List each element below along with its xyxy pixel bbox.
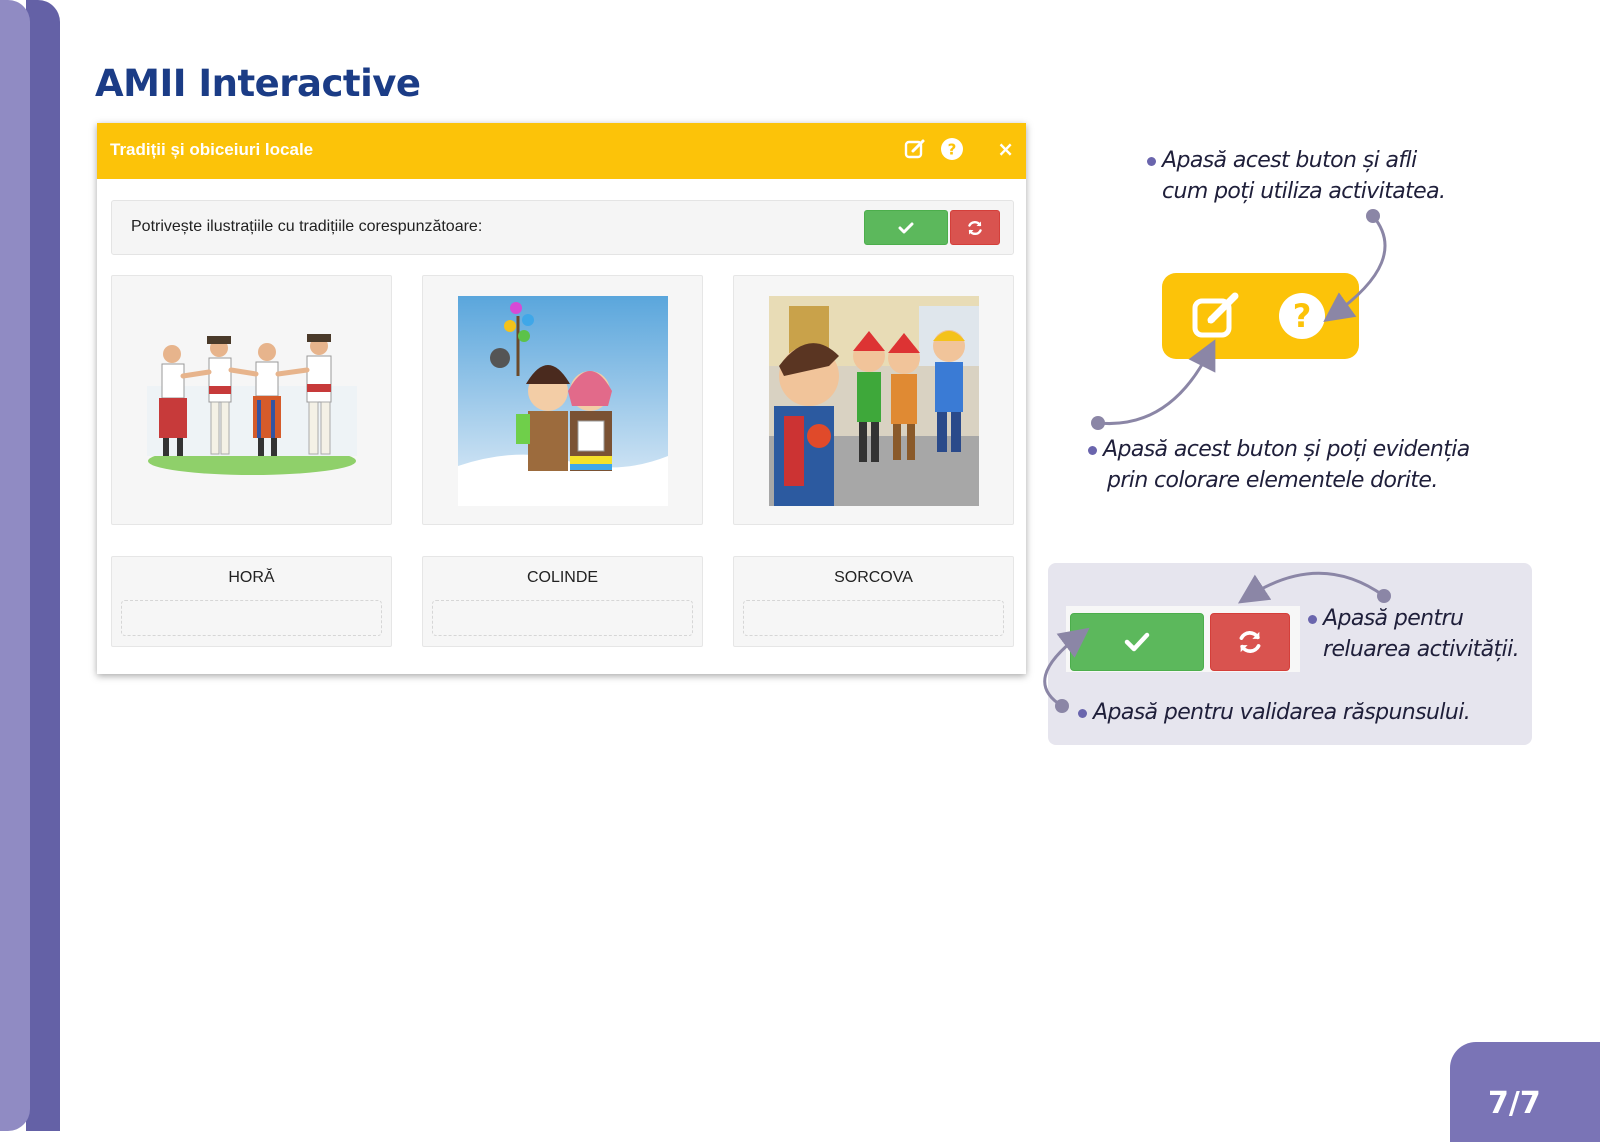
page-number-tab: 7/7 xyxy=(1450,1042,1600,1142)
connector-arrows xyxy=(1043,209,1391,713)
page-number: 7/7 xyxy=(1488,1086,1541,1121)
